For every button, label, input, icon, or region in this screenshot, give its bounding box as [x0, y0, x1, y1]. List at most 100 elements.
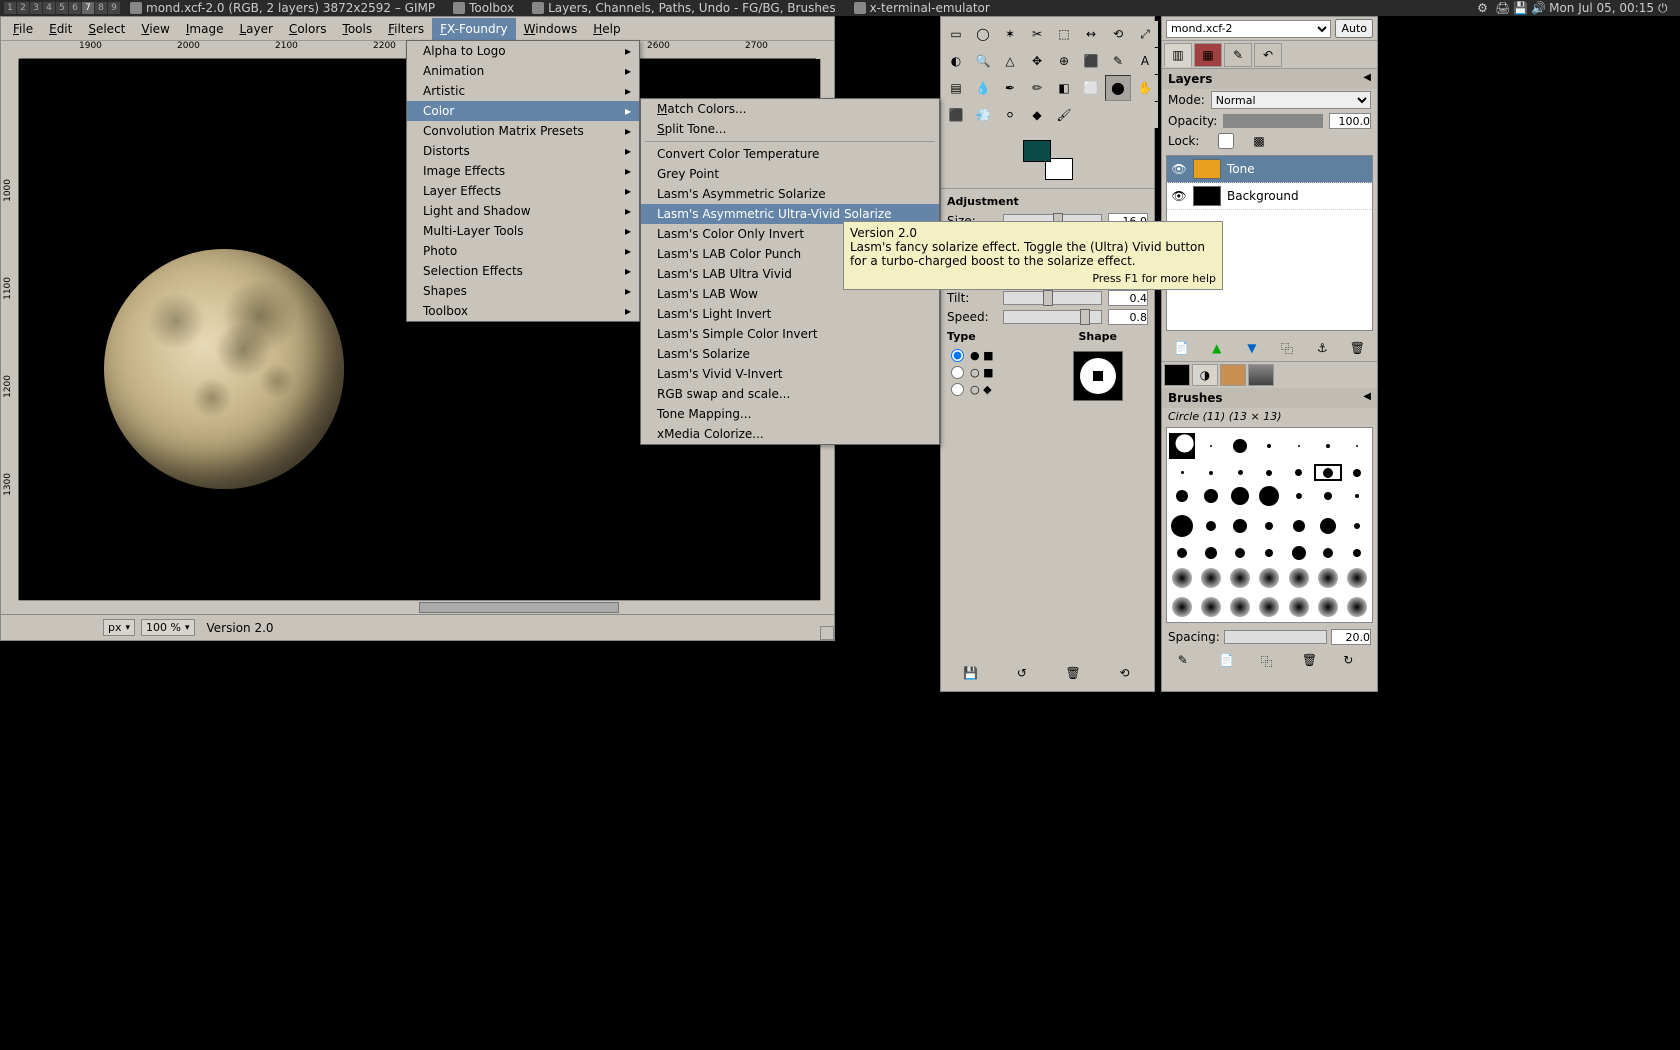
color-item[interactable]: Convert Color Temperature: [641, 144, 939, 164]
fx-item-convolution-matrix-presets[interactable]: Convolution Matrix Presets: [407, 121, 639, 141]
tool-button-1[interactable]: ◯: [970, 21, 996, 47]
tool-button-29[interactable]: [1078, 102, 1104, 128]
scrollbar-horizontal[interactable]: [19, 600, 820, 614]
workspace-3[interactable]: 3: [30, 2, 42, 14]
mode-select[interactable]: Normal: [1211, 91, 1371, 109]
color-item[interactable]: Lasm's Asymmetric Solarize: [641, 184, 939, 204]
menu-colors[interactable]: Colors: [281, 18, 335, 40]
fx-item-shapes[interactable]: Shapes: [407, 281, 639, 301]
tool-button-18[interactable]: ✒: [997, 75, 1023, 101]
workspace-6[interactable]: 6: [69, 2, 81, 14]
fx-item-multi-layer-tools[interactable]: Multi-Layer Tools: [407, 221, 639, 241]
layer-item[interactable]: 👁Tone: [1167, 156, 1372, 183]
tool-button-5[interactable]: ↔: [1078, 21, 1104, 47]
brush-cell[interactable]: [1255, 593, 1283, 621]
brush-cell[interactable]: [1343, 593, 1371, 621]
brush-cell[interactable]: [1168, 464, 1196, 482]
session-icon[interactable]: ⏻: [1658, 1, 1672, 15]
fx-item-color[interactable]: Color: [407, 101, 639, 121]
clock[interactable]: Mon Jul 05, 00:15: [1549, 1, 1654, 15]
tool-button-19[interactable]: ✏: [1024, 75, 1050, 101]
brush-cell[interactable]: [1314, 593, 1342, 621]
menu-filters[interactable]: Filters: [380, 18, 432, 40]
tool-button-11[interactable]: ✥: [1024, 48, 1050, 74]
brush-cell[interactable]: [1168, 593, 1196, 621]
workspace-9[interactable]: 9: [108, 2, 120, 14]
menu-tools[interactable]: Tools: [335, 18, 381, 40]
menu-file[interactable]: File: [5, 18, 41, 40]
tool-button-14[interactable]: ✎: [1105, 48, 1131, 74]
delete-layer-icon[interactable]: 🗑: [1347, 339, 1367, 357]
fx-item-light-and-shadow[interactable]: Light and Shadow: [407, 201, 639, 221]
shape-preview[interactable]: [1073, 351, 1123, 401]
menu-fx-foundry[interactable]: FX-Foundry: [432, 18, 516, 40]
duplicate-brush-icon[interactable]: ⿻: [1260, 653, 1278, 671]
dock-menu-icon[interactable]: ◀: [1363, 72, 1371, 83]
tool-button-17[interactable]: 💧: [970, 75, 996, 101]
save-options-icon[interactable]: 💾: [961, 663, 981, 683]
tool-button-4[interactable]: ⬚: [1051, 21, 1077, 47]
fgbg-tab-icon[interactable]: [1164, 364, 1190, 386]
tool-button-0[interactable]: ▭: [943, 21, 969, 47]
fx-item-image-effects[interactable]: Image Effects: [407, 161, 639, 181]
channels-tab-icon[interactable]: ▦: [1194, 43, 1222, 67]
menu-edit[interactable]: Edit: [41, 18, 80, 40]
lower-layer-icon[interactable]: ▼: [1242, 339, 1262, 357]
type-radios[interactable]: ● ■ ○ ■ ○ ◆: [947, 345, 1048, 400]
image-selector[interactable]: mond.xcf-2: [1166, 20, 1331, 38]
brush-cell[interactable]: [1343, 464, 1371, 482]
tool-button-13[interactable]: ⬛: [1078, 48, 1104, 74]
color-item[interactable]: Lasm's Vivid V-Invert: [641, 364, 939, 384]
menu-select[interactable]: Select: [80, 18, 133, 40]
workspace-switcher[interactable]: 123456789: [4, 2, 120, 14]
brush-cell[interactable]: [1197, 542, 1225, 564]
new-layer-icon[interactable]: 📄: [1172, 339, 1192, 357]
tray-icon[interactable]: 💾: [1513, 1, 1527, 15]
raise-layer-icon[interactable]: ▲: [1207, 339, 1227, 357]
brush-cell[interactable]: [1314, 565, 1342, 593]
color-item[interactable]: RGB swap and scale...: [641, 384, 939, 404]
brush-cell[interactable]: [1285, 429, 1313, 463]
brush-cell[interactable]: [1168, 482, 1196, 510]
unit-selector[interactable]: px: [103, 619, 135, 636]
refresh-brush-icon[interactable]: ↻: [1343, 653, 1361, 671]
workspace-8[interactable]: 8: [95, 2, 107, 14]
menu-layer[interactable]: Layer: [231, 18, 280, 40]
nav-preview-icon[interactable]: [820, 626, 834, 640]
color-item[interactable]: xMedia Colorize...: [641, 424, 939, 444]
tool-button-7[interactable]: ⤢: [1132, 21, 1158, 47]
paths-tab-icon[interactable]: ✎: [1224, 43, 1252, 67]
brush-dock-menu-icon[interactable]: ◀: [1363, 391, 1371, 402]
brush-cell[interactable]: [1343, 429, 1371, 463]
tool-button-31[interactable]: [1132, 102, 1158, 128]
tool-button-6[interactable]: ⟲: [1105, 21, 1131, 47]
opacity-slider[interactable]: [1223, 114, 1323, 128]
color-item[interactable]: Lasm's Simple Color Invert: [641, 324, 939, 344]
brush-cell[interactable]: [1314, 429, 1342, 463]
brush-cell[interactable]: [1197, 511, 1225, 541]
workspace-7[interactable]: 7: [82, 2, 94, 14]
color-item[interactable]: Split Tone...: [641, 119, 939, 139]
brush-cell[interactable]: [1285, 593, 1313, 621]
new-brush-icon[interactable]: 📄: [1219, 653, 1237, 671]
brush-cell[interactable]: [1255, 511, 1283, 541]
reset-options-icon[interactable]: ⟲: [1114, 663, 1134, 683]
duplicate-layer-icon[interactable]: ⿻: [1277, 339, 1297, 357]
color-item[interactable]: Lasm's Light Invert: [641, 304, 939, 324]
spacing-slider[interactable]: [1224, 630, 1327, 644]
brush-cell[interactable]: [1197, 429, 1225, 463]
tool-button-8[interactable]: ◐: [943, 48, 969, 74]
color-item[interactable]: Grey Point: [641, 164, 939, 184]
brush-cell[interactable]: [1255, 464, 1283, 482]
tray-icon[interactable]: 🖨: [1495, 1, 1509, 15]
tool-button-25[interactable]: 💨: [970, 102, 996, 128]
tool-button-30[interactable]: [1105, 102, 1131, 128]
brush-cell[interactable]: [1255, 542, 1283, 564]
brush-cell[interactable]: [1226, 482, 1254, 510]
restore-options-icon[interactable]: ↺: [1012, 663, 1032, 683]
delete-options-icon[interactable]: 🗑: [1063, 663, 1083, 683]
spacing-input[interactable]: [1331, 629, 1371, 645]
fx-item-selection-effects[interactable]: Selection Effects: [407, 261, 639, 281]
brush-cell[interactable]: [1255, 565, 1283, 593]
gradients-tab-icon[interactable]: [1248, 364, 1274, 386]
